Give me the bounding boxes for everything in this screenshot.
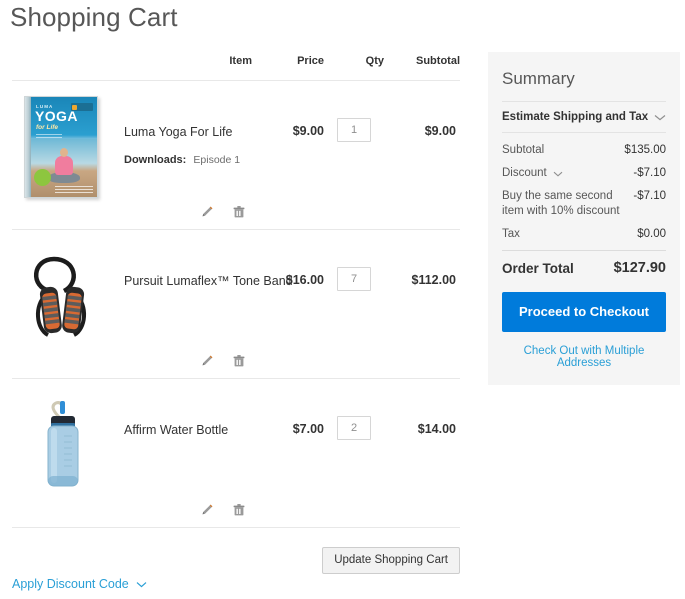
proceed-to-checkout-button[interactable]: Proceed to Checkout xyxy=(502,292,666,332)
chevron-down-icon xyxy=(654,114,666,121)
header-qty: Qty xyxy=(324,55,384,81)
shopping-cart-page: Shopping Cart Item Price Qty Subtotal xyxy=(0,0,685,599)
quantity-input[interactable] xyxy=(337,416,371,440)
cart-table-head: Item Price Qty Subtotal xyxy=(12,55,460,81)
qty-cell xyxy=(324,379,384,528)
product-subtotal: $112.00 xyxy=(384,230,460,379)
pencil-icon[interactable] xyxy=(198,352,216,370)
chevron-down-icon xyxy=(136,581,147,588)
product-thumbnail-tone-band[interactable] xyxy=(20,243,104,347)
multiple-addresses-link[interactable]: Check Out with Multiple Addresses xyxy=(502,345,666,369)
product-subtotal: $14.00 xyxy=(384,379,460,528)
trash-icon[interactable] xyxy=(230,501,248,519)
trash-icon[interactable] xyxy=(230,352,248,370)
header-price: Price xyxy=(252,55,324,81)
product-name[interactable]: Pursuit Lumaflex™ Tone Band xyxy=(124,273,294,289)
product-price: $7.00 xyxy=(252,379,324,528)
discount-value: -$7.10 xyxy=(633,166,666,181)
discount-label: Discount xyxy=(502,166,547,181)
option-label: Downloads: xyxy=(124,154,186,166)
product-options: Downloads: Episode 1 xyxy=(124,153,294,167)
product-price: $16.00 xyxy=(252,230,324,379)
update-shopping-cart-button[interactable]: Update Shopping Cart xyxy=(322,547,460,574)
option-value: Episode 1 xyxy=(193,154,240,166)
row-actions xyxy=(198,501,248,519)
discount-rule-line: Buy the same second item with 10% discou… xyxy=(502,189,666,219)
product-subtotal: $9.00 xyxy=(384,81,460,230)
apply-discount-code-toggle[interactable]: Apply Discount Code xyxy=(12,577,147,591)
order-total-label: Order Total xyxy=(502,261,574,276)
table-row: LUMA YOGA for Life xyxy=(12,81,460,230)
estimate-shipping-label: Estimate Shipping and Tax xyxy=(502,111,648,123)
estimate-shipping-and-tax-toggle[interactable]: Estimate Shipping and Tax xyxy=(502,101,666,133)
table-row: Affirm Water Bottle xyxy=(12,379,460,528)
apply-discount-code-label: Apply Discount Code xyxy=(12,577,129,591)
trash-icon[interactable] xyxy=(230,203,248,221)
row-actions xyxy=(198,203,248,221)
subtotal-label: Subtotal xyxy=(502,143,550,158)
tax-label: Tax xyxy=(502,227,526,242)
totals-list: Subtotal $135.00 Discount -$7.10 Buy the… xyxy=(502,143,666,276)
header-subtotal: Subtotal xyxy=(384,55,460,81)
product-thumbnail-luma-yoga[interactable]: LUMA YOGA for Life xyxy=(20,94,104,198)
product-name[interactable]: Luma Yoga For Life xyxy=(124,124,294,140)
tax-line: Tax $0.00 xyxy=(502,227,666,242)
cart-table-body: LUMA YOGA for Life xyxy=(12,81,460,528)
subtotal-value: $135.00 xyxy=(624,143,666,158)
page-title: Shopping Cart xyxy=(10,0,178,34)
cart-table-container: Item Price Qty Subtotal xyxy=(12,55,460,528)
cart-actions: Update Shopping Cart xyxy=(12,547,460,575)
subtotal-line: Subtotal $135.00 xyxy=(502,143,666,158)
item-cell: Pursuit Lumaflex™ Tone Band xyxy=(12,230,252,379)
quantity-input[interactable] xyxy=(337,267,371,291)
discount-rule-value: -$7.10 xyxy=(633,189,666,204)
discount-line: Discount -$7.10 xyxy=(502,166,666,181)
chevron-down-icon xyxy=(553,171,563,177)
cart-items-table: Item Price Qty Subtotal xyxy=(12,55,460,528)
product-thumbnail-water-bottle[interactable] xyxy=(20,392,104,496)
item-cell: LUMA YOGA for Life xyxy=(12,81,252,230)
row-actions xyxy=(198,352,248,370)
pencil-icon[interactable] xyxy=(198,203,216,221)
discount-toggle[interactable]: Discount xyxy=(502,166,569,181)
pencil-icon[interactable] xyxy=(198,501,216,519)
header-item: Item xyxy=(12,55,252,81)
discount-rule-label: Buy the same second item with 10% discou… xyxy=(502,189,626,219)
order-total-line: Order Total $127.90 xyxy=(502,250,666,276)
qty-cell xyxy=(324,230,384,379)
summary-title: Summary xyxy=(502,68,666,90)
order-summary-panel: Summary Estimate Shipping and Tax Subtot… xyxy=(488,52,680,385)
table-row: Pursuit Lumaflex™ Tone Band xyxy=(12,230,460,379)
item-cell: Affirm Water Bottle xyxy=(12,379,252,528)
quantity-input[interactable] xyxy=(337,118,371,142)
order-total-value: $127.90 xyxy=(614,260,666,276)
tax-value: $0.00 xyxy=(637,227,666,242)
product-name[interactable]: Affirm Water Bottle xyxy=(124,422,294,438)
qty-cell xyxy=(324,81,384,230)
cart-header-row: Item Price Qty Subtotal xyxy=(12,55,460,81)
